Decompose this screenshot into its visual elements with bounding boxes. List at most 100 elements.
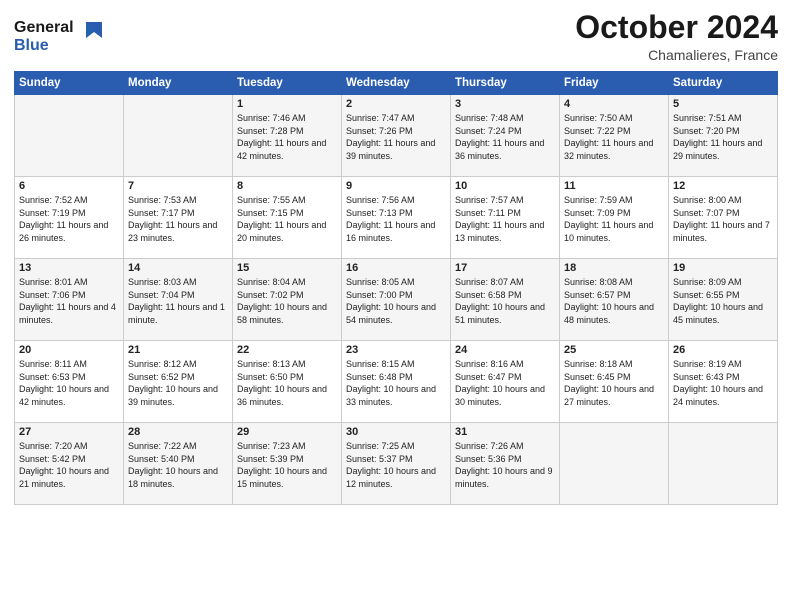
day-number: 2 [346, 98, 446, 110]
day-number: 16 [346, 262, 446, 274]
calendar-cell: 2 Sunrise: 7:47 AMSunset: 7:26 PMDaylight… [342, 95, 451, 177]
day-number: 9 [346, 180, 446, 192]
day-number: 13 [19, 262, 119, 274]
calendar-cell: 28Sunrise: 7:22 AMSunset: 5:40 PMDayligh… [124, 423, 233, 505]
calendar-cell: 9 Sunrise: 7:56 AMSunset: 7:13 PMDaylight… [342, 177, 451, 259]
col-header-wednesday: Wednesday [342, 72, 451, 95]
day-info: Sunrise: 7:22 AMSunset: 5:40 PMDaylight:… [128, 440, 228, 490]
day-info: Sunrise: 7:50 AMSunset: 7:22 PMDaylight:… [564, 112, 664, 162]
calendar-cell: 15 Sunrise: 8:04 AMSunset: 7:02 PMDayligh… [233, 259, 342, 341]
day-number: 25 [564, 344, 664, 356]
day-number: 31 [455, 426, 555, 438]
calendar-cell: 20 Sunrise: 8:11 AMSunset: 6:53 PMDayligh… [15, 341, 124, 423]
calendar-cell: 17 Sunrise: 8:07 AMSunset: 6:58 PMDayligh… [451, 259, 560, 341]
day-info: Sunrise: 8:04 AMSunset: 7:02 PMDaylight:… [237, 276, 337, 326]
day-info: Sunrise: 7:52 AMSunset: 7:19 PMDaylight:… [19, 194, 119, 244]
day-number: 24 [455, 344, 555, 356]
calendar-cell: 31 Sunrise: 7:26 AMSunset: 5:36 PMDayligh… [451, 423, 560, 505]
day-info: Sunrise: 8:11 AMSunset: 6:53 PMDaylight:… [19, 358, 119, 408]
day-number: 14 [128, 262, 228, 274]
week-row-4: 20 Sunrise: 8:11 AMSunset: 6:53 PMDayligh… [15, 341, 778, 423]
logo-text: General Blue [14, 14, 104, 63]
calendar-cell: 24Sunrise: 8:16 AMSunset: 6:47 PMDayligh… [451, 341, 560, 423]
page: General Blue October 2024 Chamalieres, F… [0, 0, 792, 612]
day-number: 3 [455, 98, 555, 110]
day-info: Sunrise: 7:56 AMSunset: 7:13 PMDaylight:… [346, 194, 446, 244]
day-number: 5 [673, 98, 773, 110]
day-info: Sunrise: 7:51 AMSunset: 7:20 PMDaylight:… [673, 112, 773, 162]
calendar-cell: 19Sunrise: 8:09 AMSunset: 6:55 PMDayligh… [669, 259, 778, 341]
day-number: 4 [564, 98, 664, 110]
calendar-table: SundayMondayTuesdayWednesdayThursdayFrid… [14, 71, 778, 505]
day-number: 11 [564, 180, 664, 192]
calendar-cell [669, 423, 778, 505]
day-number: 23 [346, 344, 446, 356]
calendar-cell: 29 Sunrise: 7:23 AMSunset: 5:39 PMDayligh… [233, 423, 342, 505]
day-number: 10 [455, 180, 555, 192]
calendar-cell: 25Sunrise: 8:18 AMSunset: 6:45 PMDayligh… [560, 341, 669, 423]
calendar-cell: 18 Sunrise: 8:08 AMSunset: 6:57 PMDayligh… [560, 259, 669, 341]
day-number: 15 [237, 262, 337, 274]
day-number: 27 [19, 426, 119, 438]
day-number: 6 [19, 180, 119, 192]
day-number: 22 [237, 344, 337, 356]
day-info: Sunrise: 8:01 AMSunset: 7:06 PMDaylight:… [19, 276, 119, 326]
title-block: October 2024 Chamalieres, France [575, 10, 778, 63]
day-info: Sunrise: 7:55 AMSunset: 7:15 PMDaylight:… [237, 194, 337, 244]
col-header-saturday: Saturday [669, 72, 778, 95]
day-number: 1 [237, 98, 337, 110]
calendar-cell: 10Sunrise: 7:57 AMSunset: 7:11 PMDayligh… [451, 177, 560, 259]
calendar-cell: 8 Sunrise: 7:55 AMSunset: 7:15 PMDaylight… [233, 177, 342, 259]
day-number: 21 [128, 344, 228, 356]
day-info: Sunrise: 8:08 AMSunset: 6:57 PMDaylight:… [564, 276, 664, 326]
day-number: 20 [19, 344, 119, 356]
day-number: 8 [237, 180, 337, 192]
day-info: Sunrise: 7:47 AMSunset: 7:26 PMDaylight:… [346, 112, 446, 162]
day-info: Sunrise: 8:12 AMSunset: 6:52 PMDaylight:… [128, 358, 228, 408]
day-info: Sunrise: 8:19 AMSunset: 6:43 PMDaylight:… [673, 358, 773, 408]
day-info: Sunrise: 7:46 AMSunset: 7:28 PMDaylight:… [237, 112, 337, 162]
day-info: Sunrise: 7:53 AMSunset: 7:17 PMDaylight:… [128, 194, 228, 244]
calendar-cell: 3 Sunrise: 7:48 AMSunset: 7:24 PMDaylight… [451, 95, 560, 177]
week-row-5: 27 Sunrise: 7:20 AMSunset: 5:42 PMDayligh… [15, 423, 778, 505]
calendar-cell: 13 Sunrise: 8:01 AMSunset: 7:06 PMDayligh… [15, 259, 124, 341]
day-number: 7 [128, 180, 228, 192]
header: General Blue October 2024 Chamalieres, F… [14, 10, 778, 63]
calendar-cell: 22Sunrise: 8:13 AMSunset: 6:50 PMDayligh… [233, 341, 342, 423]
day-number: 30 [346, 426, 446, 438]
month-year: October 2024 [575, 10, 778, 45]
day-info: Sunrise: 8:07 AMSunset: 6:58 PMDaylight:… [455, 276, 555, 326]
day-number: 29 [237, 426, 337, 438]
day-info: Sunrise: 7:48 AMSunset: 7:24 PMDaylight:… [455, 112, 555, 162]
calendar-cell: 6 Sunrise: 7:52 AMSunset: 7:19 PMDaylight… [15, 177, 124, 259]
calendar-cell: 21 Sunrise: 8:12 AMSunset: 6:52 PMDayligh… [124, 341, 233, 423]
day-info: Sunrise: 7:23 AMSunset: 5:39 PMDaylight:… [237, 440, 337, 490]
col-header-tuesday: Tuesday [233, 72, 342, 95]
calendar-cell [560, 423, 669, 505]
week-row-1: 1 Sunrise: 7:46 AMSunset: 7:28 PMDaylight… [15, 95, 778, 177]
day-info: Sunrise: 7:20 AMSunset: 5:42 PMDaylight:… [19, 440, 119, 490]
day-number: 19 [673, 262, 773, 274]
day-number: 18 [564, 262, 664, 274]
day-info: Sunrise: 8:05 AMSunset: 7:00 PMDaylight:… [346, 276, 446, 326]
calendar-cell: 26Sunrise: 8:19 AMSunset: 6:43 PMDayligh… [669, 341, 778, 423]
day-info: Sunrise: 8:00 AMSunset: 7:07 PMDaylight:… [673, 194, 773, 244]
calendar-cell: 5 Sunrise: 7:51 AMSunset: 7:20 PMDaylight… [669, 95, 778, 177]
day-info: Sunrise: 8:03 AMSunset: 7:04 PMDaylight:… [128, 276, 228, 326]
svg-text:General: General [14, 19, 74, 36]
calendar-cell: 14 Sunrise: 8:03 AMSunset: 7:04 PMDayligh… [124, 259, 233, 341]
col-header-friday: Friday [560, 72, 669, 95]
day-info: Sunrise: 7:25 AMSunset: 5:37 PMDaylight:… [346, 440, 446, 490]
calendar-cell: 30 Sunrise: 7:25 AMSunset: 5:37 PMDayligh… [342, 423, 451, 505]
location: Chamalieres, France [575, 47, 778, 63]
col-header-monday: Monday [124, 72, 233, 95]
day-info: Sunrise: 8:15 AMSunset: 6:48 PMDaylight:… [346, 358, 446, 408]
calendar-cell: 23 Sunrise: 8:15 AMSunset: 6:48 PMDayligh… [342, 341, 451, 423]
calendar-cell: 7 Sunrise: 7:53 AMSunset: 7:17 PMDaylight… [124, 177, 233, 259]
calendar-cell: 4 Sunrise: 7:50 AMSunset: 7:22 PMDaylight… [560, 95, 669, 177]
day-info: Sunrise: 7:59 AMSunset: 7:09 PMDaylight:… [564, 194, 664, 244]
day-number: 17 [455, 262, 555, 274]
calendar-cell [124, 95, 233, 177]
day-info: Sunrise: 7:26 AMSunset: 5:36 PMDaylight:… [455, 440, 555, 490]
week-row-3: 13 Sunrise: 8:01 AMSunset: 7:06 PMDayligh… [15, 259, 778, 341]
